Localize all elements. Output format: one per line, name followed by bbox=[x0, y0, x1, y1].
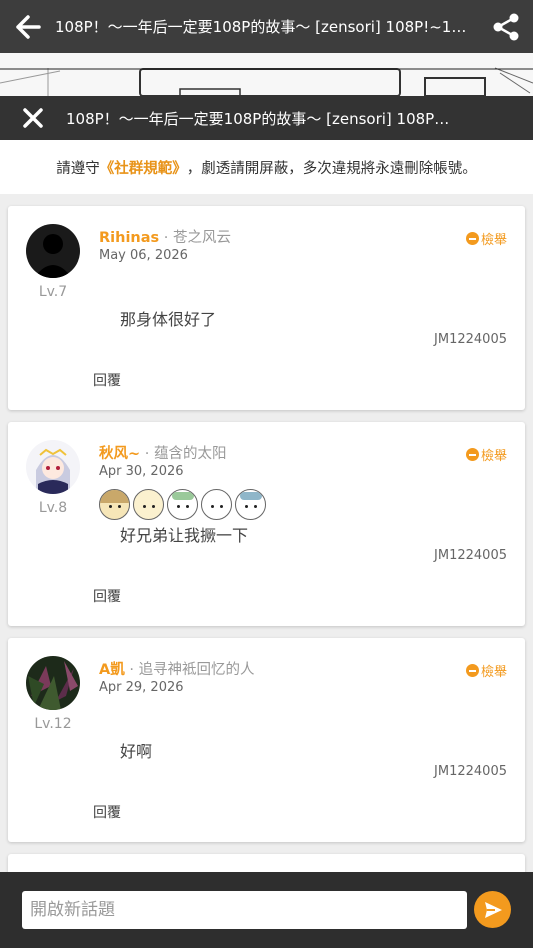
user-level: Lv.7 bbox=[38, 284, 68, 300]
separator: · bbox=[163, 230, 169, 246]
report-button[interactable]: 檢舉 bbox=[465, 445, 507, 464]
user-title: 追寻神袛回忆的人 bbox=[138, 662, 255, 678]
sticker-eye bbox=[109, 505, 112, 508]
community-rules-notice: 請遵守 《社群規範》 ，劇透請開屏蔽，多次違規將永遠刪除帳號。 bbox=[0, 140, 533, 194]
sticker-eye bbox=[245, 505, 248, 508]
chiikawa-sticker bbox=[201, 489, 232, 520]
comment-card: Lv.8 秋风~ · 蕴含的太阳 Apr 30, 2026 檢舉 好兄弟让我撅一… bbox=[8, 422, 525, 626]
comments-header-bar: 108P！～一年后一定要108P的故事～ [zensori] 108P!~1年后… bbox=[0, 96, 533, 140]
comment-author: A凱 · 追寻神袛回忆的人 bbox=[99, 658, 255, 679]
report-label: 檢舉 bbox=[480, 449, 507, 464]
comment-date: May 06, 2026 bbox=[99, 248, 188, 263]
comment-id: JM1224005 bbox=[434, 332, 507, 347]
share-button[interactable] bbox=[478, 0, 533, 53]
avatar[interactable] bbox=[26, 224, 80, 278]
user-title: 苍之风云 bbox=[173, 230, 231, 246]
manga-preview-image bbox=[0, 53, 533, 96]
report-label: 檢舉 bbox=[480, 233, 507, 248]
user-title: 蕴含的太阳 bbox=[153, 446, 227, 462]
report-label: 檢舉 bbox=[480, 665, 507, 680]
minus-circle-icon bbox=[465, 664, 479, 677]
close-icon bbox=[23, 108, 43, 128]
report-button[interactable]: 檢舉 bbox=[465, 229, 507, 248]
comments-title: 108P！～一年后一定要108P的故事～ [zensori] 108P!~1年后… bbox=[66, 109, 533, 128]
arrow-left-icon bbox=[15, 14, 41, 39]
community-rules-link[interactable]: 《社群規範》 bbox=[100, 157, 187, 178]
sticker-bow bbox=[172, 492, 194, 500]
username[interactable]: 秋风~ bbox=[99, 446, 140, 462]
chiikawa-sticker bbox=[235, 489, 266, 520]
chiikawa-sticker bbox=[133, 489, 164, 520]
reply-button[interactable]: 回覆 bbox=[93, 586, 121, 606]
report-button[interactable]: 檢舉 bbox=[465, 661, 507, 680]
sticker-eye bbox=[118, 505, 121, 508]
comment-text: 好啊 bbox=[120, 742, 153, 761]
comment-text: 好兄弟让我撅一下 bbox=[120, 526, 249, 545]
reply-button[interactable]: 回覆 bbox=[93, 802, 121, 822]
close-button[interactable] bbox=[0, 96, 66, 140]
minus-circle-icon bbox=[465, 232, 479, 245]
comment-id: JM1224005 bbox=[434, 548, 507, 563]
sticker-eye bbox=[186, 505, 189, 508]
notice-prefix: 請遵守 bbox=[56, 160, 100, 177]
separator: · bbox=[129, 662, 134, 678]
username[interactable]: A凱 bbox=[99, 662, 125, 678]
notice-suffix: ，劇透請開屏蔽，多次違規將永遠刪除帳號。 bbox=[186, 160, 477, 177]
sticker-bow bbox=[240, 492, 262, 500]
comment-author: 秋风~ · 蕴含的太阳 bbox=[99, 442, 226, 463]
sticker-eye bbox=[152, 505, 155, 508]
sticker-eye bbox=[143, 505, 146, 508]
comment-card: Lv.12 A凱 · 追寻神袛回忆的人 Apr 29, 2026 檢舉 好啊 J… bbox=[8, 638, 525, 842]
chiikawa-sticker bbox=[167, 489, 198, 520]
chiikawa-sticker bbox=[99, 489, 130, 520]
user-level: Lv.12 bbox=[34, 716, 72, 732]
sticker-eye bbox=[177, 505, 180, 508]
share-icon bbox=[493, 13, 518, 40]
new-topic-input[interactable] bbox=[22, 891, 467, 929]
reply-button[interactable]: 回覆 bbox=[93, 370, 121, 390]
comment-date: Apr 29, 2026 bbox=[99, 680, 184, 695]
separator: · bbox=[144, 446, 150, 462]
sticker-row bbox=[99, 489, 269, 520]
user-level: Lv.8 bbox=[38, 500, 68, 516]
minus-circle-icon bbox=[465, 448, 479, 461]
comment-card: Lv.7 Rihinas · 苍之风云 May 06, 2026 檢舉 那身体很… bbox=[8, 206, 525, 410]
sticker-eye bbox=[254, 505, 257, 508]
sticker-eye bbox=[220, 505, 223, 508]
comment-date: Apr 30, 2026 bbox=[99, 464, 184, 479]
comment-text: 那身体很好了 bbox=[120, 310, 217, 329]
send-icon bbox=[484, 901, 502, 918]
back-button[interactable] bbox=[0, 0, 55, 53]
comment-author: Rihinas · 苍之风云 bbox=[99, 226, 231, 247]
send-button[interactable] bbox=[474, 891, 511, 928]
page-title: 108P！～一年后一定要108P的故事～ [zensori] 108P!~1年后… bbox=[55, 18, 478, 36]
top-app-bar: 108P！～一年后一定要108P的故事～ [zensori] 108P!~1年后… bbox=[0, 0, 533, 53]
username[interactable]: Rihinas bbox=[99, 230, 159, 246]
sticker-hat bbox=[100, 490, 129, 503]
avatar[interactable] bbox=[26, 440, 80, 494]
avatar[interactable] bbox=[26, 656, 80, 710]
sticker-eye bbox=[211, 505, 214, 508]
composer-bar bbox=[0, 872, 533, 948]
comment-id: JM1224005 bbox=[434, 764, 507, 779]
